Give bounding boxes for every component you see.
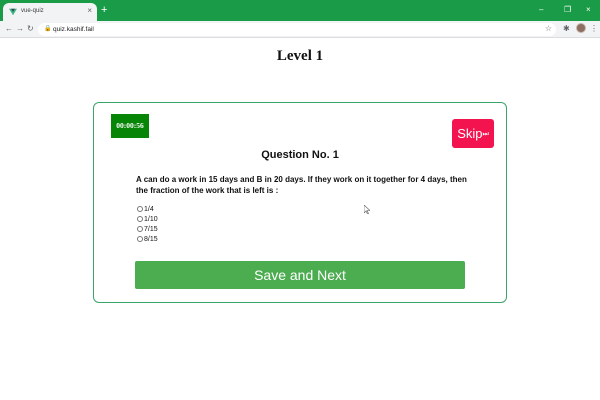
address-bar[interactable]: 🔒 quiz.kashif.fail ☆ <box>38 23 556 36</box>
quiz-card: 00:00:56 Skip⏭ Question No. 1 A can do a… <box>93 102 507 303</box>
tab-close-icon[interactable]: × <box>87 6 92 16</box>
close-window-icon[interactable]: × <box>586 5 591 15</box>
radio-button[interactable] <box>137 216 143 222</box>
lock-icon: 🔒 <box>44 26 52 32</box>
option-label: 7/15 <box>144 225 158 233</box>
option-4[interactable]: 8/15 <box>137 234 158 244</box>
answer-options: 1/4 1/10 7/15 8/15 <box>137 204 158 244</box>
browser-tab[interactable]: vue-quiz × <box>3 3 97 21</box>
forward-icon[interactable]: → <box>16 24 24 34</box>
extensions-icon[interactable]: ✱ <box>563 24 570 34</box>
skip-next-icon: ⏭ <box>482 131 489 139</box>
radio-button[interactable] <box>137 206 143 212</box>
option-label: 1/4 <box>144 205 154 213</box>
menu-icon[interactable]: ⋮ <box>590 24 598 34</box>
restore-icon[interactable]: ❐ <box>564 5 571 15</box>
page-title: Level 1 <box>276 48 324 64</box>
question-text: A can do a work in 15 days and B in 20 d… <box>136 175 467 195</box>
skip-label: Skip <box>457 126 483 141</box>
option-2[interactable]: 1/10 <box>137 214 158 224</box>
question-number: Question No. 1 <box>261 149 339 161</box>
back-icon[interactable]: ← <box>5 24 13 34</box>
reload-icon[interactable]: ↻ <box>27 24 34 34</box>
browser-tab-strip: vue-quiz × + – ❐ × <box>0 0 600 21</box>
vue-logo-icon <box>9 8 17 16</box>
radio-button[interactable] <box>137 226 143 232</box>
bookmark-star-icon[interactable]: ☆ <box>545 24 552 34</box>
new-tab-button[interactable]: + <box>101 5 107 16</box>
option-label: 8/15 <box>144 235 158 243</box>
tab-title: vue-quiz <box>21 8 44 14</box>
mouse-cursor-icon <box>364 205 370 214</box>
radio-button[interactable] <box>137 236 143 242</box>
option-label: 1/10 <box>144 215 158 223</box>
url-text[interactable]: quiz.kashif.fail <box>53 25 94 34</box>
option-3[interactable]: 7/15 <box>137 224 158 234</box>
save-and-next-button[interactable]: Save and Next <box>135 261 465 289</box>
skip-button[interactable]: Skip⏭ <box>452 119 494 148</box>
option-1[interactable]: 1/4 <box>137 204 158 214</box>
browser-toolbar: ← → ↻ 🔒 quiz.kashif.fail ☆ ✱ ⋮ <box>0 21 600 38</box>
timer-display: 00:00:56 <box>111 114 149 138</box>
profile-avatar[interactable] <box>576 23 586 33</box>
minimize-icon[interactable]: – <box>539 5 543 15</box>
